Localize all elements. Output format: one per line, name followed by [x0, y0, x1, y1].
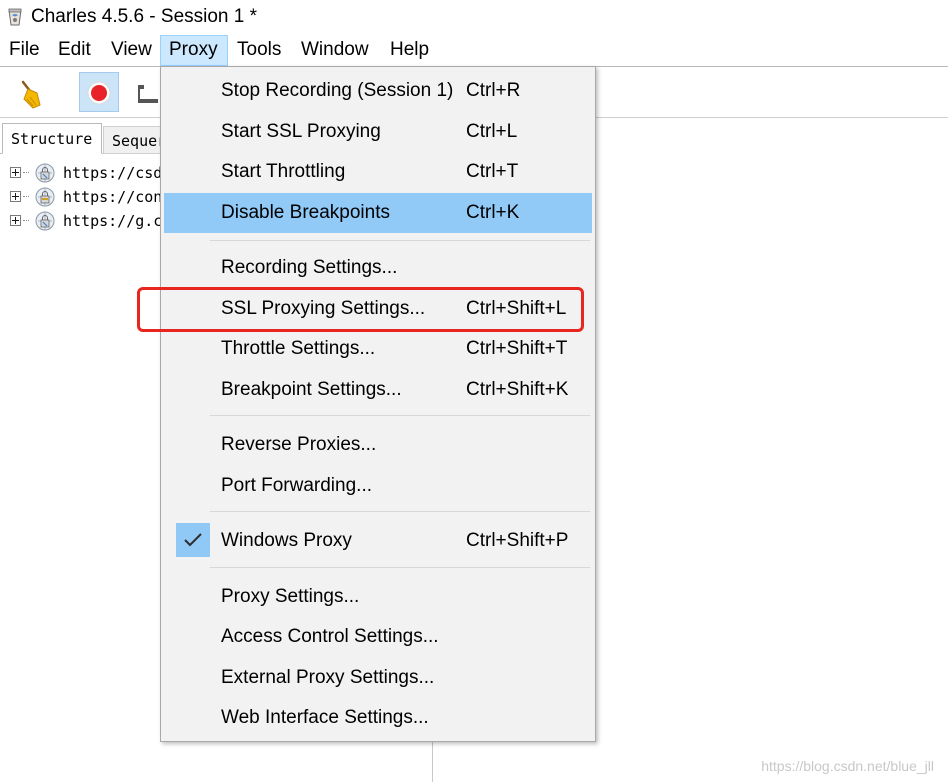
menu-item-label: Windows Proxy: [221, 530, 352, 551]
menu-item-shortcut: Ctrl+R: [466, 80, 521, 101]
menu-item-throttle-settings[interactable]: Throttle Settings... Ctrl+Shift+T: [164, 329, 592, 369]
tree-connector: [23, 172, 29, 174]
host-url: https://g.c: [63, 212, 163, 230]
menu-item-disable-breakpoints[interactable]: Disable Breakpoints Ctrl+K: [164, 193, 592, 233]
menu-item-access-control-settings[interactable]: Access Control Settings...: [164, 617, 592, 657]
tree-connector: [23, 220, 29, 222]
menu-item-label: Start SSL Proxying: [221, 121, 381, 142]
tree-row[interactable]: https://con: [10, 186, 170, 210]
checkmark-icon: [176, 523, 210, 557]
lock-globe-icon: [35, 187, 55, 207]
menu-item-reverse-proxies[interactable]: Reverse Proxies...: [164, 425, 592, 465]
host-url: https://csd: [63, 164, 163, 182]
menu-item-start-ssl-proxying[interactable]: Start SSL Proxying Ctrl+L: [164, 112, 592, 152]
menu-window[interactable]: Window: [301, 35, 369, 66]
menu-item-label: Proxy Settings...: [221, 586, 360, 607]
annotation-highlight-box: [137, 287, 584, 332]
menu-separator: [210, 511, 590, 512]
menu-view[interactable]: View: [111, 35, 152, 66]
menu-item-start-throttling[interactable]: Start Throttling Ctrl+T: [164, 152, 592, 192]
record-icon: [87, 81, 111, 105]
tree-connector: [23, 196, 29, 198]
menu-item-external-proxy-settings[interactable]: External Proxy Settings...: [164, 658, 592, 698]
tree-row[interactable]: https://csd: [10, 162, 170, 186]
record-button[interactable]: [79, 72, 119, 112]
menu-item-label: Recording Settings...: [221, 257, 398, 278]
menu-item-shortcut: Ctrl+T: [466, 161, 519, 182]
menu-item-stop-recording[interactable]: Stop Recording (Session 1) Ctrl+R: [164, 71, 592, 111]
window-title: Charles 4.5.6 - Session 1 *: [31, 6, 258, 27]
charles-app-icon: [8, 8, 22, 26]
menu-item-label: Throttle Settings...: [221, 338, 376, 359]
menu-item-label: Stop Recording (Session 1): [221, 80, 454, 101]
tab-sequence[interactable]: Sequer: [103, 126, 163, 154]
menu-item-label: Start Throttling: [221, 161, 346, 182]
menu-item-shortcut: Ctrl+Shift+T: [466, 338, 568, 359]
menu-item-shortcut: Ctrl+K: [466, 202, 520, 223]
menu-tools[interactable]: Tools: [237, 35, 281, 66]
menu-bar: File Edit View Proxy Tools Window Help: [0, 35, 948, 67]
lock-globe-icon: [35, 163, 55, 183]
menu-item-label: Port Forwarding...: [221, 475, 372, 496]
menu-separator: [210, 240, 590, 241]
clear-session-button[interactable]: [11, 72, 51, 112]
watermark: https://blog.csdn.net/blue_jll: [761, 758, 934, 774]
menu-item-windows-proxy[interactable]: Windows Proxy Ctrl+Shift+P: [164, 521, 592, 561]
menu-file[interactable]: File: [9, 35, 40, 66]
menu-item-proxy-settings[interactable]: Proxy Settings...: [164, 577, 592, 617]
menu-item-shortcut: Ctrl+Shift+P: [466, 530, 569, 551]
expand-icon[interactable]: [10, 215, 21, 226]
menu-proxy[interactable]: Proxy: [160, 35, 228, 66]
menu-edit[interactable]: Edit: [58, 35, 91, 66]
menu-item-label: Reverse Proxies...: [221, 434, 377, 455]
menu-item-recording-settings[interactable]: Recording Settings...: [164, 248, 592, 288]
expand-icon[interactable]: [10, 191, 21, 202]
menu-item-label: External Proxy Settings...: [221, 667, 435, 688]
menu-item-breakpoint-settings[interactable]: Breakpoint Settings... Ctrl+Shift+K: [164, 370, 592, 410]
expand-icon[interactable]: [10, 167, 21, 178]
menu-item-port-forwarding[interactable]: Port Forwarding...: [164, 466, 592, 506]
host-url: https://con: [63, 188, 163, 206]
throttle-button[interactable]: [128, 72, 160, 112]
menu-item-label: Web Interface Settings...: [221, 707, 429, 728]
menu-item-label: Disable Breakpoints: [221, 202, 390, 223]
tab-structure[interactable]: Structure: [2, 123, 102, 154]
lock-globe-icon: [35, 211, 55, 231]
menu-item-label: Access Control Settings...: [221, 626, 439, 647]
throttle-icon: [138, 85, 158, 103]
menu-item-label: Breakpoint Settings...: [221, 379, 402, 400]
menu-help[interactable]: Help: [390, 35, 429, 66]
title-bar: Charles 4.5.6 - Session 1 *: [0, 0, 948, 35]
broom-icon: [21, 80, 41, 109]
menu-item-shortcut: Ctrl+L: [466, 121, 518, 142]
tree-row[interactable]: https://g.c: [10, 210, 170, 234]
menu-separator: [210, 567, 590, 568]
proxy-menu: Stop Recording (Session 1) Ctrl+R Start …: [160, 66, 596, 742]
menu-item-shortcut: Ctrl+Shift+K: [466, 379, 569, 400]
menu-item-web-interface-settings[interactable]: Web Interface Settings...: [164, 698, 592, 738]
menu-separator: [210, 415, 590, 416]
